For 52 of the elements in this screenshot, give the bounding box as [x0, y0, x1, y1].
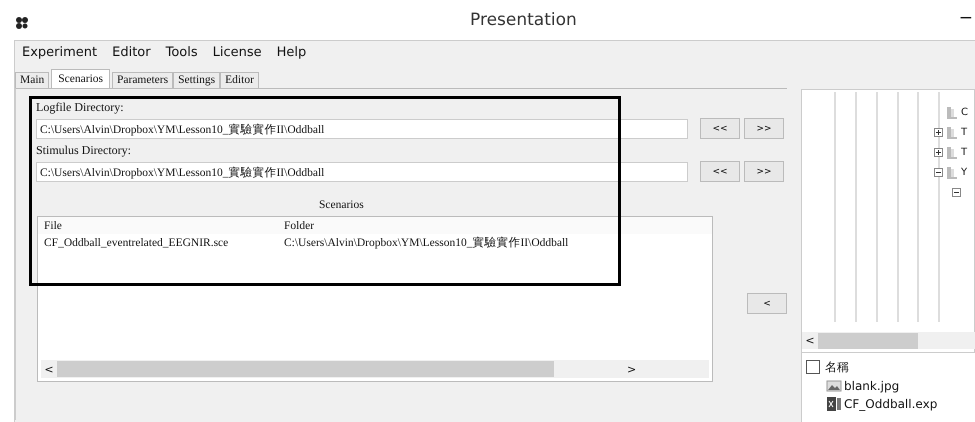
menu-item[interactable]: License	[212, 45, 262, 61]
folder-icon	[946, 145, 958, 159]
column-header[interactable]: Folder	[284, 220, 314, 232]
folder-icon	[946, 125, 958, 139]
scroll-left-button[interactable]: <	[41, 362, 57, 376]
column-header[interactable]: File	[38, 220, 284, 232]
column-header[interactable]: 名稱	[825, 358, 849, 376]
scroll-right-button[interactable]: >	[554, 362, 709, 376]
menu-item[interactable]: Editor	[112, 45, 151, 61]
scrollbar-thumb[interactable]	[56, 361, 554, 377]
tree-item[interactable]: C	[961, 106, 968, 118]
table-cell-text: C:\Users\Alvin\Dropbox\YM\Lesson10_實驗實作II\Oddball	[284, 236, 568, 250]
tab[interactable]: Main	[15, 72, 50, 88]
menu-item[interactable]: Help	[276, 45, 306, 61]
horizontal-scrollbar[interactable]: < >	[41, 360, 709, 378]
folder-icon	[946, 165, 958, 179]
field-label: Stimulus Directory:	[36, 143, 132, 158]
checkbox[interactable]	[806, 360, 820, 374]
minimize-button[interactable]: −	[958, 8, 973, 28]
folder-icon	[946, 105, 958, 119]
expander-icon[interactable]	[952, 188, 961, 196]
scroll-left-button[interactable]: <	[802, 334, 818, 347]
browse-button[interactable]: <<	[700, 161, 740, 182]
tab[interactable]: Settings	[173, 72, 220, 88]
field-label: Logfile Directory:	[36, 100, 125, 115]
expander-icon[interactable]	[934, 168, 943, 176]
expander-icon[interactable]	[934, 128, 943, 136]
browse-button[interactable]: >>	[744, 118, 784, 139]
file-item[interactable]: CF_Oddball.exp	[844, 397, 938, 411]
menu-item[interactable]: Experiment	[22, 45, 98, 61]
tree-item[interactable]: Y	[961, 166, 968, 178]
section-title: Scenarios	[319, 199, 364, 211]
browse-button[interactable]: <<	[700, 118, 740, 139]
expander-icon[interactable]	[934, 148, 943, 156]
browse-button[interactable]: >>	[744, 161, 784, 182]
horizontal-scrollbar[interactable]: <	[802, 332, 975, 349]
window-title: Presentation	[470, 10, 577, 30]
app-logo-icon	[14, 15, 30, 31]
image-file-icon	[826, 379, 842, 393]
scrollbar-thumb[interactable]	[818, 332, 918, 348]
remove-button[interactable]: <	[747, 293, 787, 314]
directory-field[interactable]: C:\Users\Alvin\Dropbox\YM\Lesson10_實驗實作II\Oddball	[36, 162, 688, 182]
tree-item[interactable]: T	[961, 126, 968, 138]
menu-item[interactable]: Tools	[166, 45, 198, 61]
table-cell-text: CF_Oddball_eventrelated_EEGNIR.sce	[43, 236, 230, 248]
tree-item[interactable]: T	[961, 146, 968, 158]
tab[interactable]: Parameters	[112, 72, 174, 88]
directory-field[interactable]: C:\Users\Alvin\Dropbox\YM\Lesson10_實驗實作II\Oddball	[36, 118, 688, 138]
tab[interactable]: Scenarios	[51, 69, 110, 88]
file-item[interactable]: blank.jpg	[844, 379, 900, 393]
document-file-icon	[826, 396, 842, 412]
tab[interactable]: Editor	[220, 72, 259, 88]
